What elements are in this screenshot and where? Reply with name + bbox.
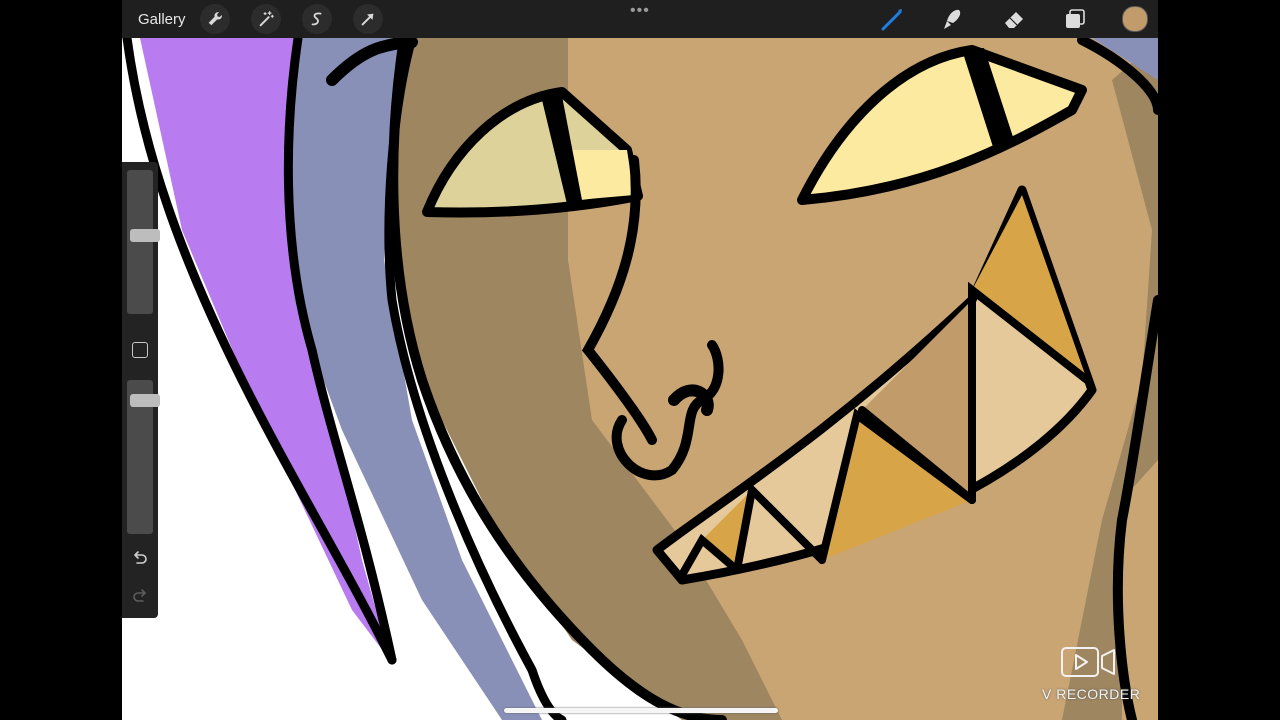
transform-button[interactable] xyxy=(352,4,383,34)
brush-size-handle[interactable] xyxy=(130,229,160,242)
more-options-icon[interactable]: ••• xyxy=(630,3,650,19)
wrench-icon xyxy=(208,12,222,26)
watermark-text: V RECORDER xyxy=(1042,686,1141,702)
brush-size-slider[interactable] xyxy=(127,170,160,314)
selection-s-icon xyxy=(311,12,322,26)
opacity-slider[interactable] xyxy=(127,380,160,534)
adjustments-button[interactable] xyxy=(250,4,281,34)
opacity-handle[interactable] xyxy=(130,394,160,407)
layers-icon xyxy=(1066,9,1085,28)
smudge-icon xyxy=(944,9,961,29)
smudge-tool-button[interactable] xyxy=(939,5,967,33)
procreate-screen: Gallery ••• xyxy=(122,0,1158,720)
eraser-tool-button[interactable] xyxy=(1000,5,1028,33)
brush-tool-button[interactable] xyxy=(878,5,906,33)
paint-tools-group xyxy=(878,0,1158,38)
redo-button[interactable] xyxy=(130,586,150,606)
color-picker-button[interactable] xyxy=(1122,6,1148,32)
drawing-canvas[interactable] xyxy=(122,0,1158,720)
eraser-icon xyxy=(1005,12,1023,28)
selection-button[interactable] xyxy=(301,4,332,34)
undo-icon xyxy=(134,551,147,564)
magic-wand-icon xyxy=(259,11,274,27)
left-eye-highlight xyxy=(572,150,634,200)
modify-square-button[interactable] xyxy=(132,342,148,358)
redo-icon xyxy=(133,589,146,602)
left-sidebar xyxy=(122,162,160,618)
home-indicator[interactable] xyxy=(504,708,778,713)
top-toolbar: Gallery ••• xyxy=(122,0,1158,38)
recorder-watermark: V RECORDER xyxy=(1040,644,1150,714)
gallery-button[interactable]: Gallery xyxy=(138,11,186,28)
layers-button[interactable] xyxy=(1061,5,1089,33)
undo-button[interactable] xyxy=(130,548,150,568)
actions-button[interactable] xyxy=(199,4,230,34)
video-play-icon xyxy=(1061,647,1115,677)
arrow-cursor-icon xyxy=(361,13,373,26)
brush-icon xyxy=(881,9,902,31)
